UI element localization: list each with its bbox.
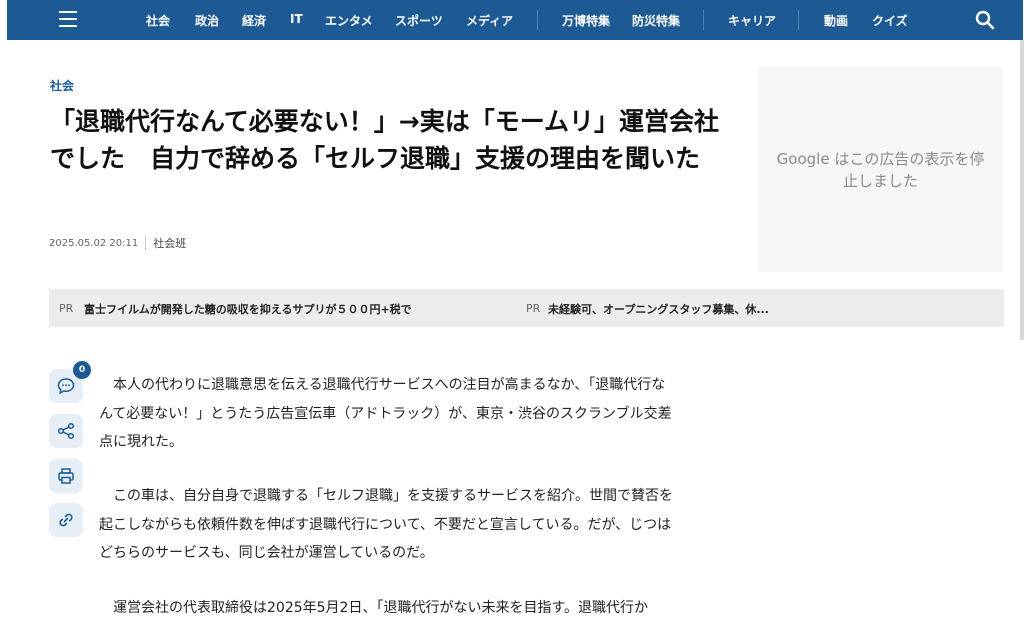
author-name[interactable]: 社会班: [153, 235, 186, 251]
share-button[interactable]: [49, 414, 83, 448]
link-icon: [59, 513, 73, 527]
nav-item-sports[interactable]: スポーツ: [395, 12, 443, 29]
nav-item-disaster[interactable]: 防災特集: [632, 12, 680, 29]
share-icon: [57, 422, 75, 440]
article-title: 「退職代行なんて必要ない！」→実は「モームリ」運営会社でした 自力で辞める「セル…: [50, 107, 719, 173]
publish-date: 2025.05.02 20:11: [49, 237, 139, 249]
nav-divider: [798, 10, 799, 30]
print-icon: [58, 468, 74, 484]
nav-item-media[interactable]: メディア: [466, 12, 513, 29]
global-nav: 社会 政治 経済 IT エンタメ スポーツ メディア 万博特集 防災特集 キャリ…: [7, 0, 1023, 40]
pr-link[interactable]: 富士フイルムが開発した糖の吸収を抑えるサプリが５００円+税で: [84, 301, 412, 317]
nav-divider: [537, 10, 538, 30]
print-button[interactable]: [49, 459, 83, 493]
comment-icon: [57, 378, 75, 395]
hamburger-menu-icon[interactable]: [59, 11, 77, 27]
article-paragraph: 本人の代わりに退職意思を伝える退職代行サービスへの注目が高まるなか、「退職代行な…: [99, 377, 672, 450]
nav-divider: [703, 10, 704, 30]
pr-label: PR: [59, 302, 74, 315]
comment-count-badge: 0: [73, 361, 91, 379]
page-scrollbar[interactable]: [1020, 40, 1024, 340]
article-meta: 2025.05.02 20:11 社会班: [49, 235, 186, 251]
copy-link-button[interactable]: [49, 503, 83, 537]
search-icon[interactable]: [975, 10, 995, 30]
meta-divider: [145, 236, 147, 250]
nav-item-quiz[interactable]: クイズ: [872, 12, 908, 29]
nav-item-video[interactable]: 動画: [824, 12, 848, 29]
nav-item-entertainment[interactable]: エンタメ: [325, 12, 373, 29]
pr-link[interactable]: 未経験可、オープニングスタッフ募集、休...: [548, 301, 769, 317]
ad-stopped-message: Google はこの広告の表示を停止しました: [776, 149, 985, 190]
ad-slot: Google はこの広告の表示を停止しました: [758, 67, 1003, 272]
pr-bar: PR 富士フイルムが開発した糖の吸収を抑えるサプリが５００円+税で PR 未経験…: [49, 289, 1004, 327]
nav-item-economy[interactable]: 経済: [242, 12, 266, 29]
article-category[interactable]: 社会: [50, 77, 74, 94]
article-paragraph: この車は、自分自身で退職する「セルフ退職」を支援するサービスを紹介。世間で賛否を…: [99, 488, 673, 561]
nav-item-politics[interactable]: 政治: [195, 12, 219, 29]
pr-label: PR: [526, 302, 541, 315]
nav-item-expo[interactable]: 万博特集: [562, 12, 610, 29]
nav-item-it[interactable]: IT: [290, 12, 303, 26]
nav-item-society[interactable]: 社会: [146, 12, 170, 29]
nav-item-career[interactable]: キャリア: [728, 12, 776, 29]
article-paragraph: 運営会社の代表取締役は2025年5月2日、「退職代行がない未来を目指す。退職代行…: [113, 600, 649, 616]
